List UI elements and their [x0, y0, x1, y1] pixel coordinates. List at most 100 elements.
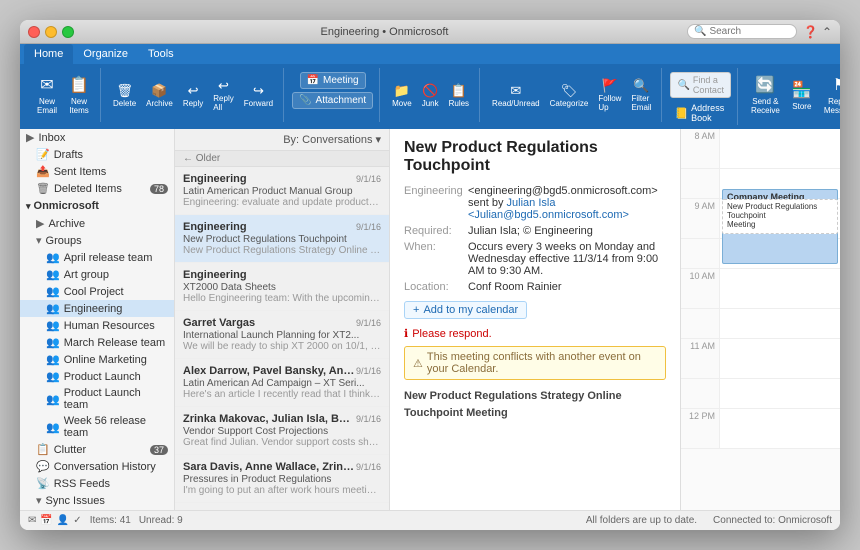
from-label: Engineering	[404, 185, 464, 197]
inbox-arrow-icon: ▶	[26, 131, 34, 144]
sidebar-item-cool-project[interactable]: 👥 Cool Project	[20, 283, 174, 300]
move-button[interactable]: 📁 Move	[388, 81, 416, 110]
email-item[interactable]: Alex Darrow, Pavel Bansky, Anne Wallace.…	[175, 359, 389, 407]
sidebar-onmicrosoft[interactable]: ▾ Onmicrosoft	[20, 197, 174, 215]
new-email-icon: ✉	[40, 75, 53, 95]
location-value: Conf Room Rainier	[468, 281, 562, 293]
conflict-text: This meeting conflicts with another even…	[427, 351, 657, 375]
sidebar-item-drafts[interactable]: 📝 Drafts	[20, 146, 174, 163]
maximize-button[interactable]	[62, 26, 74, 38]
cal-area-1130	[719, 379, 840, 408]
email-item[interactable]: Engineering 9/1/16 New Product Regulatio…	[175, 215, 389, 263]
sidebar-item-online-marketing[interactable]: 👥 Online Marketing	[20, 351, 174, 368]
rules-icon: 📋	[451, 83, 467, 99]
email-item[interactable]: Garret Vargas 9/1/16 International Launc…	[175, 311, 389, 359]
tab-tools[interactable]: Tools	[138, 44, 184, 64]
junk-button[interactable]: 🚫 Junk	[418, 81, 443, 110]
cal-time-1130	[681, 379, 719, 408]
meeting-button[interactable]: 📅 Meeting	[300, 72, 366, 89]
sidebar-item-groups[interactable]: ▾ Groups	[20, 232, 174, 249]
sidebar-item-rss[interactable]: 📡 RSS Feeds	[20, 475, 174, 492]
sidebar-item-product-launch-team[interactable]: 👥 Product Launch team	[20, 385, 174, 413]
sidebar-item-inbox[interactable]: ▶ Inbox	[20, 129, 174, 146]
main-window: Engineering • Onmicrosoft 🔍 ❓ ⌃ Home Org…	[20, 20, 840, 530]
search-input[interactable]	[709, 26, 799, 37]
sidebar-item-week56[interactable]: 👥 Week 56 release team	[20, 413, 174, 441]
email-item[interactable]: Engineering 9/1/16 Latin American Produc…	[175, 167, 389, 215]
email-item[interactable]: Zrinka Makovac, Julian Isla, Bonnie Kear…	[175, 407, 389, 455]
please-respond-icon: ℹ	[404, 327, 408, 340]
sidebar-item-art-group[interactable]: 👥 Art group	[20, 266, 174, 283]
sidebar-item-sent[interactable]: 📤 Sent Items	[20, 163, 174, 180]
email-item[interactable]: Engineering XT2000 Data Sheets Hello Eng…	[175, 263, 389, 311]
categorize-button[interactable]: 🏷 Categorize	[546, 81, 593, 110]
sidebar-item-sync-issues[interactable]: ▾ Sync Issues	[20, 492, 174, 509]
attachment-label: Attachment	[316, 95, 367, 106]
sync-arrow-icon: ▾	[36, 494, 42, 507]
find-contact-placeholder: Find a Contact	[693, 75, 724, 95]
ribbon-group-tags: ✉ Read/Unread 🏷 Categorize 🚩 FollowUp 🔍 …	[482, 68, 662, 122]
collapse-icon[interactable]: ⌃	[822, 25, 832, 39]
read-icon: ✉	[510, 83, 521, 99]
attachment-button[interactable]: 📎 Attachment	[292, 92, 373, 109]
email-subject: XT2000 Data Sheets	[183, 282, 381, 293]
email-subject: Latin American Ad Campaign – XT Seri...	[183, 378, 381, 389]
read-unread-button[interactable]: ✉ Read/Unread	[488, 81, 544, 110]
forward-button[interactable]: ↪ Forward	[240, 81, 277, 110]
email-detail: New Product Regulations Touchpoint Engin…	[390, 129, 680, 510]
find-contact-box[interactable]: 🔍 Find a Contact	[670, 72, 730, 98]
new-items-button[interactable]: 📋 NewItems	[64, 72, 94, 118]
cool-icon: 👥	[46, 285, 60, 298]
send-receive-button[interactable]: 🔄 Send & Receive	[746, 72, 785, 118]
sidebar-item-april-release[interactable]: 👥 April release team	[20, 249, 174, 266]
store-label: Store	[792, 102, 811, 111]
reply-button[interactable]: ↩ Reply	[179, 81, 207, 110]
cal-area-11am	[719, 339, 840, 378]
email-item[interactable]: Sara Davis, Anne Wallace, Zrinka Makova.…	[175, 455, 389, 503]
sort-conversations-button[interactable]: By: Conversations ▾	[283, 133, 381, 146]
filter-email-button[interactable]: 🔍 FilterEmail	[627, 76, 655, 114]
address-book-button[interactable]: 📒 Address Book	[670, 101, 730, 125]
email-subject: Pressures in Product Regulations	[183, 474, 381, 485]
archive-button[interactable]: 📦 Archive	[142, 81, 177, 110]
search-icon: 🔍	[694, 26, 706, 37]
new-email-button[interactable]: ✉ NewEmail	[32, 72, 62, 118]
cal-time-9am: 9 AM	[681, 199, 719, 238]
minimize-button[interactable]	[45, 26, 57, 38]
connected-status: Connected to: Onmicrosoft	[713, 515, 832, 526]
email-item[interactable]: Sara Davis, Julian Isla, Zrinka Makovac …	[175, 503, 389, 510]
add-to-calendar-button[interactable]: + Add to my calendar	[404, 301, 527, 319]
sidebar-item-deleted[interactable]: 🗑 Deleted Items 78	[20, 180, 174, 197]
delete-button[interactable]: 🗑 Delete	[109, 81, 140, 110]
clutter-badge: 37	[150, 445, 168, 455]
groups-arrow-icon: ▾	[36, 234, 42, 247]
cal-time-8am: 8 AM	[681, 129, 719, 168]
sent-by-link[interactable]: Julian Isla <Julian@bgd5.onmicrosoft.com…	[468, 197, 629, 221]
ribbon-group-new: ✉ NewEmail 📋 NewItems	[26, 68, 101, 122]
tab-organize[interactable]: Organize	[73, 44, 138, 64]
follow-up-button[interactable]: 🚩 FollowUp	[594, 76, 625, 114]
sidebar-item-product-launch[interactable]: 👥 Product Launch	[20, 368, 174, 385]
reply-all-button[interactable]: ↩ ReplyAll	[209, 76, 237, 114]
archive-folder-icon: ▶	[36, 217, 44, 230]
sidebar-item-clutter[interactable]: 📋 Clutter 37	[20, 441, 174, 458]
tab-home[interactable]: Home	[24, 44, 73, 64]
sidebar-item-archive[interactable]: ▶ Archive	[20, 215, 174, 232]
title-search-box[interactable]: 🔍	[687, 24, 797, 39]
sidebar-item-march-release[interactable]: 👥 March Release team	[20, 334, 174, 351]
store-button[interactable]: 🏪 Store	[787, 77, 817, 114]
sidebar-item-conv-history[interactable]: 💬 Conversation History	[20, 458, 174, 475]
sidebar-item-engineering[interactable]: 👥 Engineering	[20, 300, 174, 317]
email-detail-title: New Product Regulations Touchpoint	[404, 139, 666, 175]
rules-button[interactable]: 📋 Rules	[445, 81, 473, 110]
sidebar-item-human-resources[interactable]: 👥 Human Resources	[20, 317, 174, 334]
close-button[interactable]	[28, 26, 40, 38]
ribbon: Home Organize Tools ✉ NewEmail 📋 NewItem…	[20, 44, 840, 129]
cal-area-10am	[719, 269, 840, 308]
new-product-event-label: New Product Regulations TouchpointMeetin…	[727, 202, 817, 229]
when-value: Occurs every 3 weeks on Monday and Wedne…	[468, 241, 666, 277]
please-respond-text: Please respond.	[412, 328, 492, 340]
email-sender: Engineering	[183, 173, 247, 185]
report-message-button[interactable]: ⚑ Report Message	[819, 72, 840, 118]
help-icon[interactable]: ❓	[803, 25, 818, 39]
